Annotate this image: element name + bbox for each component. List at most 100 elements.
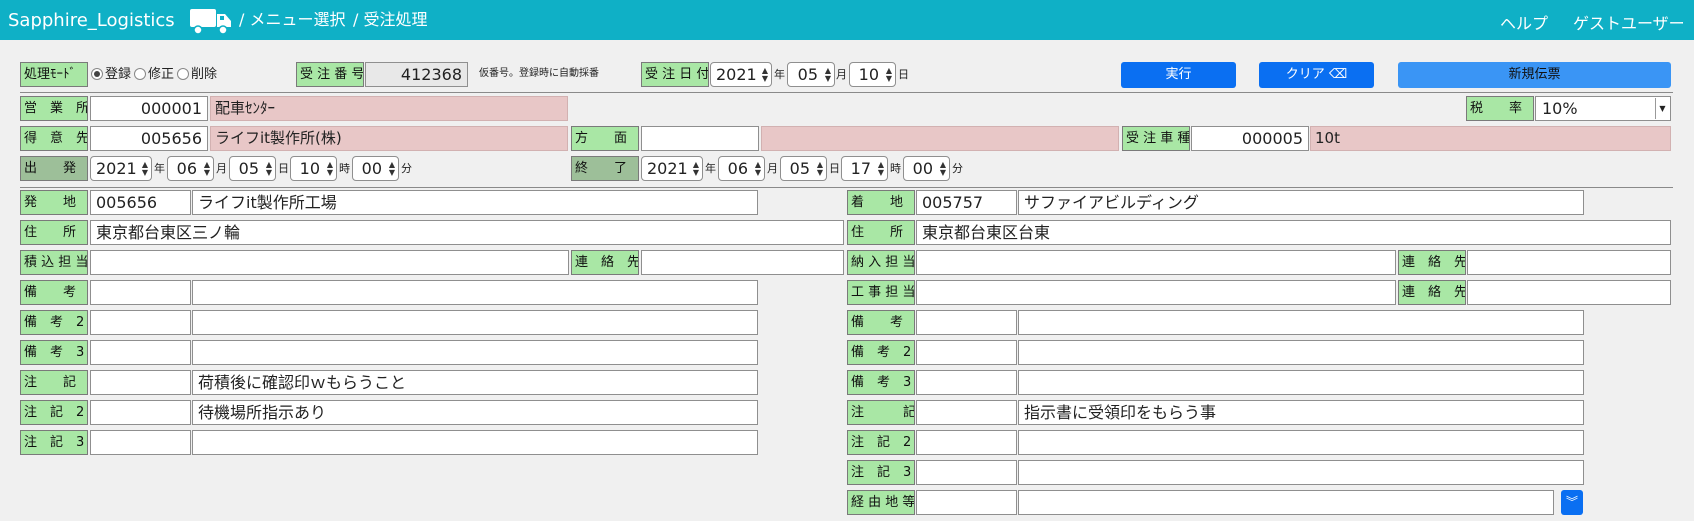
origin-code-input[interactable]: 005656: [90, 190, 191, 215]
loading-staff-input[interactable]: [90, 250, 569, 275]
origin-remark3-code[interactable]: [90, 340, 191, 365]
vehicle-code-input[interactable]: 000005: [1191, 126, 1309, 151]
origin-note2-code[interactable]: [90, 400, 191, 425]
end-hour-stepper[interactable]: 17 ▲ ▼: [841, 156, 888, 181]
new-slip-button[interactable]: 新規伝票: [1398, 62, 1671, 88]
unit-day: 日: [278, 162, 289, 175]
double-chevron-down-icon: ︾: [1565, 495, 1578, 509]
unit-min: 分: [952, 162, 963, 175]
expand-waypoints-button[interactable]: ︾: [1561, 490, 1583, 515]
clear-button[interactable]: クリア ⌫: [1259, 62, 1374, 88]
origin-contact-label: 連 絡 先: [571, 250, 639, 275]
dest-remark2-label: 備 考 2: [847, 340, 915, 365]
origin-name-input[interactable]: ライフit製作所工場: [192, 190, 758, 215]
breadcrumb-menu[interactable]: / メニュー選択: [239, 6, 345, 30]
dest-name-input[interactable]: サファイアビルディング: [1018, 190, 1584, 215]
origin-remark2-label: 備 考 2: [20, 310, 88, 335]
mode-label: 処理ﾓｰﾄﾞ: [20, 62, 88, 87]
origin-note2-text[interactable]: 待機場所指示あり: [192, 400, 758, 425]
order-month-stepper[interactable]: 05 ▲ ▼: [787, 62, 835, 87]
mode-radio-register[interactable]: [91, 68, 103, 80]
dest-remark3-label: 備 考 3: [847, 370, 915, 395]
eraser-icon: ⌫: [1328, 67, 1348, 82]
order-day-stepper[interactable]: 10 ▲ ▼: [849, 62, 896, 87]
office-label: 営 業 所: [20, 96, 88, 121]
dest-remark2-text[interactable]: [1018, 340, 1584, 365]
origin-remark2-text[interactable]: [192, 310, 758, 335]
chevron-down-icon: ▼: [1655, 98, 1669, 119]
help-link[interactable]: ヘルプ: [1500, 10, 1548, 34]
end-year-stepper[interactable]: 2021 ▲ ▼: [641, 156, 703, 181]
dest-note2-code[interactable]: [916, 430, 1017, 455]
depart-min-stepper[interactable]: 00 ▲ ▼: [352, 156, 399, 181]
direction-input[interactable]: [641, 126, 759, 151]
unit-hour: 時: [890, 162, 901, 175]
dest-remark-code[interactable]: [916, 310, 1017, 335]
dest-note-code[interactable]: [916, 400, 1017, 425]
dest-note-text[interactable]: 指示書に受領印をもらう事: [1018, 400, 1584, 425]
origin-note2-label: 注 記 2: [20, 400, 88, 425]
depart-hour-stepper[interactable]: 10 ▲ ▼: [290, 156, 337, 181]
dest-contact2-input[interactable]: [1467, 280, 1671, 305]
origin-note3-code[interactable]: [90, 430, 191, 455]
origin-addr-input[interactable]: 東京都台東区三ノ輪: [90, 220, 844, 245]
origin-remark-code[interactable]: [90, 280, 191, 305]
unit-min: 分: [401, 162, 412, 175]
brand-logo[interactable]: Sapphire_Logistics: [8, 10, 175, 31]
waypoint-code[interactable]: [916, 490, 1017, 515]
end-label: 終 了: [571, 156, 639, 181]
mode-register-label: 登録: [105, 67, 132, 82]
end-day-stepper[interactable]: 05 ▲ ▼: [780, 156, 827, 181]
office-code-input[interactable]: 000001: [90, 96, 208, 121]
work-staff-input[interactable]: [916, 280, 1396, 305]
end-month-stepper[interactable]: 06 ▲ ▼: [718, 156, 765, 181]
origin-remark3-text[interactable]: [192, 340, 758, 365]
origin-note-code[interactable]: [90, 370, 191, 395]
dest-remark3-text[interactable]: [1018, 370, 1584, 395]
origin-contact-input[interactable]: [641, 250, 844, 275]
mode-radio-delete[interactable]: [177, 68, 189, 80]
depart-day-stepper[interactable]: 05 ▲ ▼: [229, 156, 276, 181]
tax-select[interactable]: 10% ▼: [1535, 96, 1671, 121]
order-no-field: 412368: [365, 62, 468, 87]
dest-note3-text[interactable]: [1018, 460, 1584, 485]
mode-delete-label: 削除: [191, 67, 218, 82]
dest-remark-text[interactable]: [1018, 310, 1584, 335]
dest-remark3-code[interactable]: [916, 370, 1017, 395]
unit-hour: 時: [339, 162, 350, 175]
direction-label: 方 面: [571, 126, 639, 151]
unit-year: 年: [774, 68, 785, 81]
dest-contact2-label: 連 絡 先: [1398, 280, 1466, 305]
end-min-stepper[interactable]: 00 ▲ ▼: [903, 156, 950, 181]
dest-note2-text[interactable]: [1018, 430, 1584, 455]
dest-note3-code[interactable]: [916, 460, 1017, 485]
customer-code-input[interactable]: 005656: [90, 126, 208, 151]
origin-note3-text[interactable]: [192, 430, 758, 455]
unit-day: 日: [898, 68, 909, 81]
dest-label: 着 地: [847, 190, 915, 215]
truck-icon: [190, 9, 231, 35]
dest-remark2-code[interactable]: [916, 340, 1017, 365]
unit-month: 月: [216, 162, 227, 175]
delivery-staff-input[interactable]: [916, 250, 1396, 275]
dest-contact-label: 連 絡 先: [1398, 250, 1466, 275]
waypoint-text[interactable]: [1018, 490, 1554, 515]
execute-button[interactable]: 実行: [1121, 62, 1236, 88]
office-name: 配車ｾﾝﾀｰ: [210, 96, 568, 121]
breadcrumb-current: / 受注処理: [353, 10, 428, 29]
origin-note-text[interactable]: 荷積後に確認印ｗもらうこと: [192, 370, 758, 395]
origin-remark2-code[interactable]: [90, 310, 191, 335]
origin-remark-text[interactable]: [192, 280, 758, 305]
user-menu[interactable]: ゲストユーザー: [1573, 10, 1685, 34]
dest-note3-label: 注 記 3: [847, 460, 915, 485]
dest-code-input[interactable]: 005757: [916, 190, 1017, 215]
unit-month: 月: [767, 162, 778, 175]
dest-contact-input[interactable]: [1467, 250, 1671, 275]
origin-addr-label: 住 所: [20, 220, 88, 245]
depart-month-stepper[interactable]: 06 ▲ ▼: [167, 156, 214, 181]
depart-year-stepper[interactable]: 2021 ▲ ▼: [90, 156, 152, 181]
dest-addr-input[interactable]: 東京都台東区台東: [916, 220, 1671, 245]
mode-radio-edit[interactable]: [134, 68, 146, 80]
order-year-stepper[interactable]: 2021 ▲ ▼: [710, 62, 772, 87]
dest-addr-label: 住 所: [847, 220, 915, 245]
